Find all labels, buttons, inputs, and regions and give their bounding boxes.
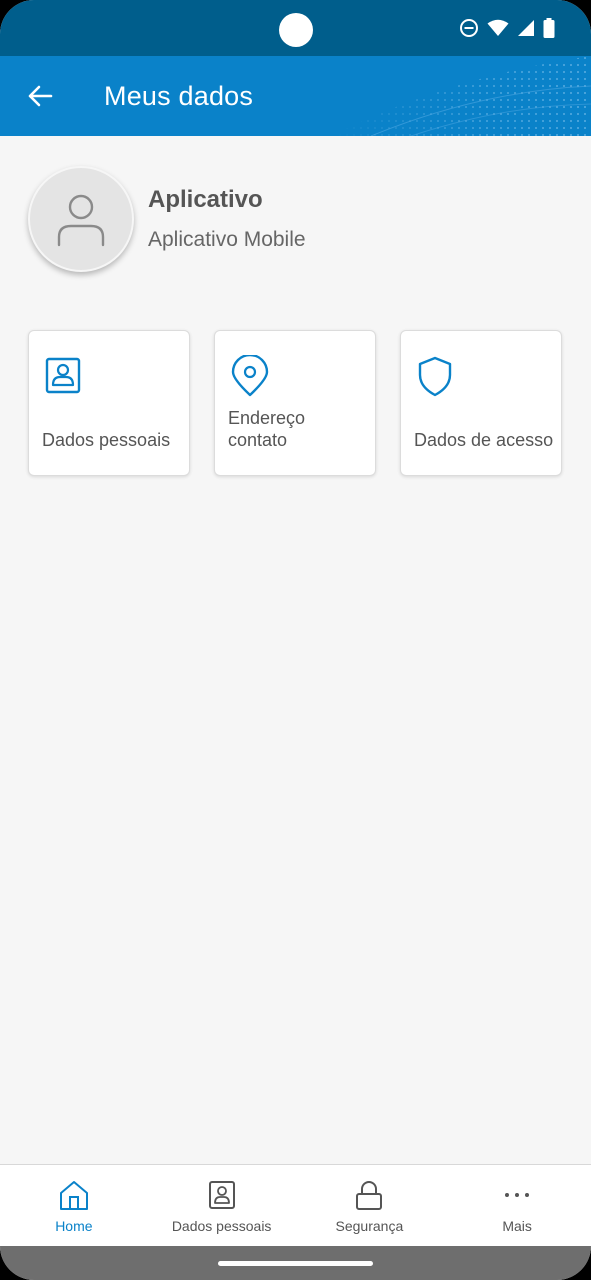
arrow-left-icon	[28, 85, 53, 107]
nav-label-home: Home	[55, 1218, 93, 1234]
page-title: Meus dados	[104, 81, 254, 111]
card-label: Dados de acesso	[414, 430, 554, 450]
signal-icon	[518, 20, 534, 36]
bottom-nav: Home Dados pessoais Segurança Mais	[0, 1164, 591, 1247]
battery-icon	[543, 18, 555, 38]
card-dados-pessoais[interactable]: Dados pessoais	[28, 330, 190, 476]
gesture-area	[0, 1246, 591, 1280]
nav-label-dados-pessoais: Dados pessoais	[171, 1218, 272, 1234]
shield-icon	[418, 356, 452, 397]
status-bar	[0, 0, 591, 56]
id-badge-icon	[45, 357, 81, 394]
back-button[interactable]	[22, 78, 58, 114]
nav-item-seguranca[interactable]: Segurança	[296, 1165, 444, 1247]
card-label: Dados pessoais	[42, 430, 171, 450]
home-icon	[59, 1181, 88, 1210]
nav-item-dados-pessoais[interactable]: Dados pessoais	[148, 1165, 296, 1247]
avatar[interactable]	[28, 166, 134, 272]
header-pattern	[331, 56, 591, 136]
profile-subtitle: Aplicativo Mobile	[148, 228, 306, 251]
nav-label-seguranca: Segurança	[335, 1218, 404, 1234]
phone-screen: Meus dados Aplicativo Aplicativo Mobile …	[0, 0, 591, 1280]
card-dados-acesso[interactable]: Dados de acesso	[400, 330, 562, 476]
nav-item-mais[interactable]: Mais	[443, 1165, 591, 1247]
nav-item-home[interactable]: Home	[0, 1165, 148, 1247]
card-label: Endereço contato	[228, 408, 306, 450]
profile-name: Aplicativo	[148, 186, 263, 213]
user-icon	[57, 194, 105, 247]
status-icons	[459, 16, 555, 40]
camera-cutout	[279, 13, 313, 47]
home-gesture-handle[interactable]	[218, 1261, 373, 1266]
id-badge-icon	[208, 1181, 235, 1209]
app-bar: Meus dados	[0, 56, 591, 136]
nav-label-mais: Mais	[502, 1218, 532, 1234]
card-endereco-contato[interactable]: Endereço contato	[214, 330, 376, 476]
do-not-disturb-icon	[460, 19, 478, 37]
wifi-icon	[487, 19, 509, 36]
more-icon	[505, 1193, 530, 1197]
location-pin-icon	[231, 355, 269, 397]
lock-icon	[356, 1181, 383, 1210]
